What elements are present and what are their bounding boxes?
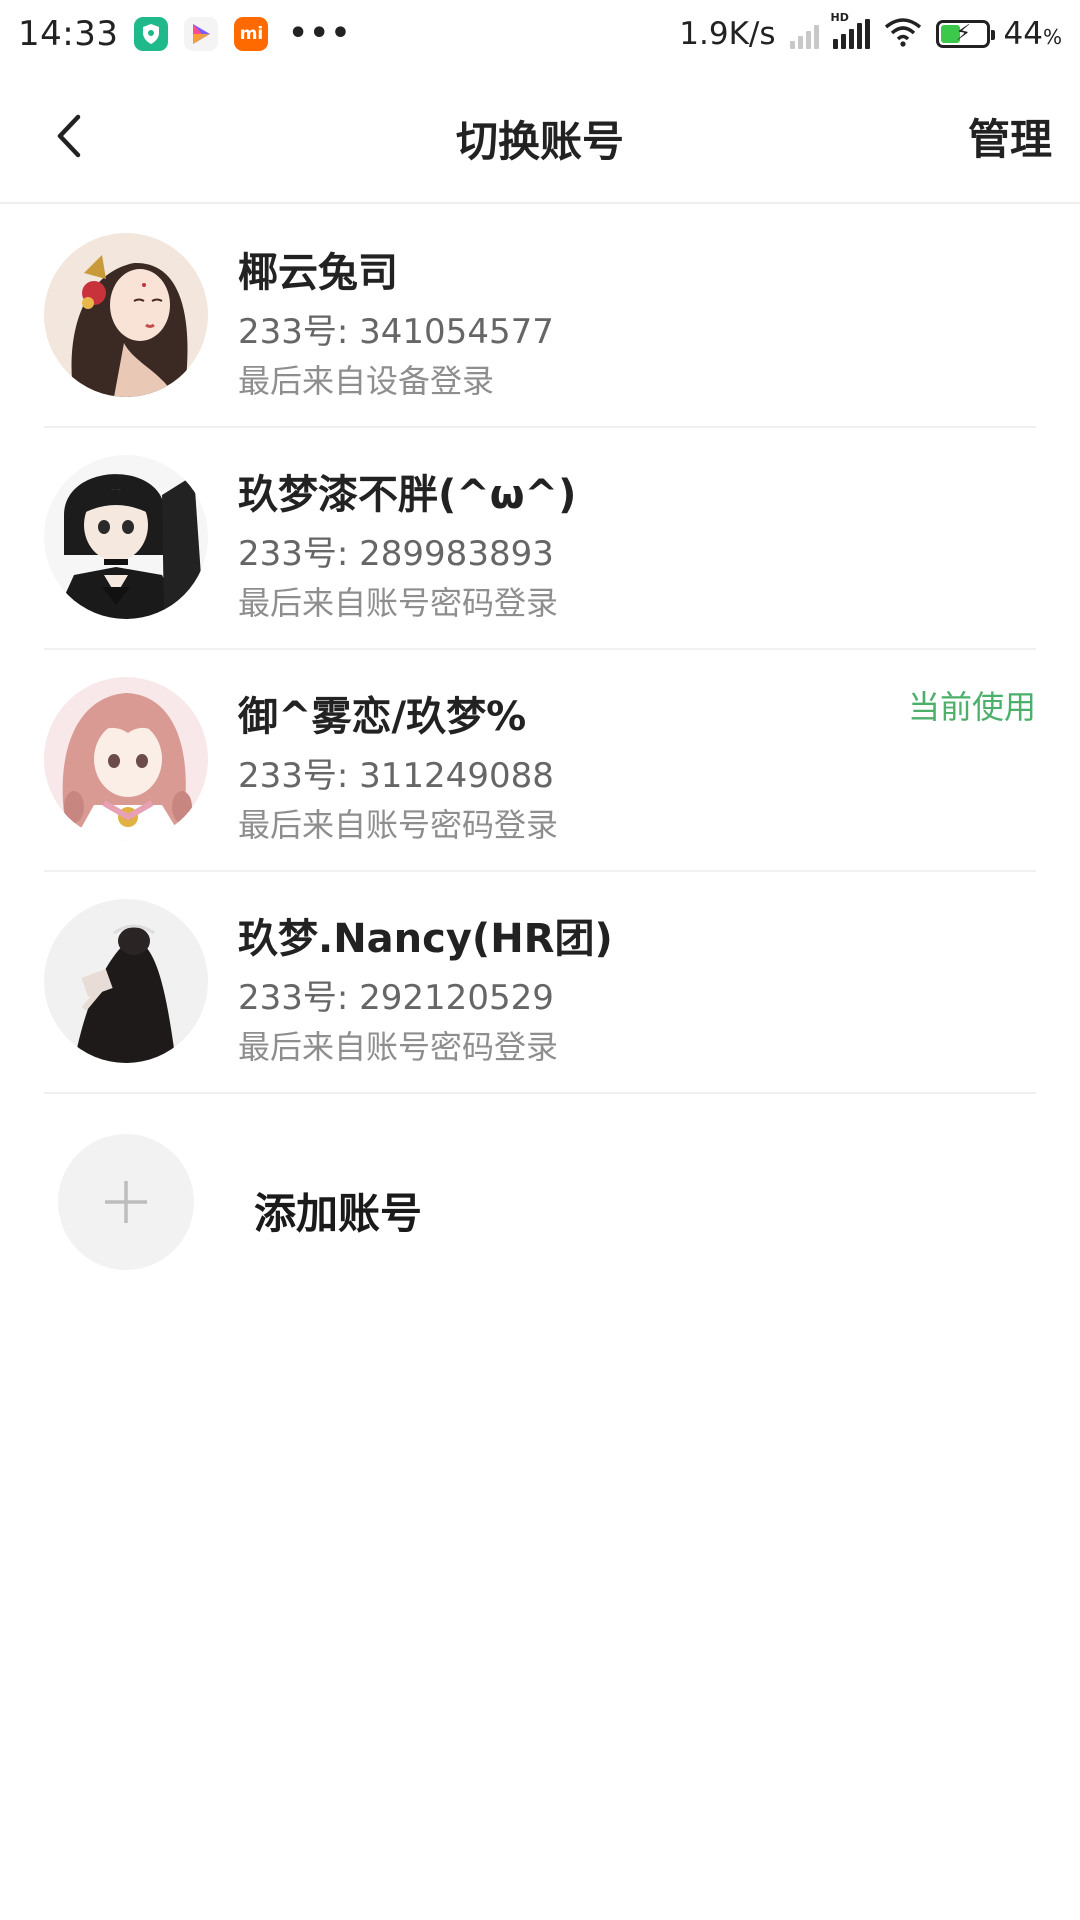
- current-account-badge: 当前使用: [907, 688, 1036, 726]
- account-last-login: 最后来自账号密码登录: [238, 584, 559, 622]
- account-name: 玖梦.Nancy(HR团): [238, 916, 613, 962]
- account-id: 233号: 311249088: [238, 756, 554, 796]
- add-account-label: 添加账号: [254, 1189, 423, 1238]
- account-row[interactable]: 玖梦漆不胖(^ω^) 233号: 289983893 最后来自账号密码登录: [44, 428, 1036, 650]
- play-app-icon: [184, 17, 219, 51]
- page-header: 切换账号 管理: [0, 68, 1080, 204]
- status-bar: 14:33 mi ••• 1.9K/s HD ⚡ 44%: [0, 0, 1080, 68]
- mi-app-icon: mi: [234, 17, 269, 51]
- switch-account-screen: 14:33 mi ••• 1.9K/s HD ⚡ 44% 切换账号 管理 椰云兔…: [0, 0, 1080, 1920]
- account-id: 233号: 292120529: [238, 978, 554, 1018]
- battery-percent: 44%: [1004, 16, 1062, 52]
- account-name: 玖梦漆不胖(^ω^): [238, 472, 577, 518]
- avatar: [44, 455, 208, 619]
- plus-icon: [105, 1181, 147, 1223]
- account-row[interactable]: 御^雾恋/玖梦% 233号: 311249088 最后来自账号密码登录 当前使用: [44, 650, 1036, 872]
- avatar: [44, 899, 208, 1063]
- account-row[interactable]: 玖梦.Nancy(HR团) 233号: 292120529 最后来自账号密码登录: [44, 872, 1036, 1094]
- wifi-icon: [884, 17, 922, 51]
- status-bar-right: 1.9K/s HD ⚡ 44%: [679, 11, 1062, 52]
- account-last-login: 最后来自账号密码登录: [238, 1028, 559, 1066]
- avatar: [44, 677, 208, 841]
- account-last-login: 最后来自账号密码登录: [238, 806, 559, 844]
- hd-signal-icon: HD: [831, 11, 870, 49]
- account-name: 椰云兔司: [238, 250, 398, 296]
- page-title: 切换账号: [455, 117, 624, 166]
- avatar: [44, 233, 208, 397]
- network-speed: 1.9K/s: [679, 16, 776, 52]
- add-account-circle: [58, 1134, 194, 1270]
- shield-app-icon: [134, 17, 169, 51]
- account-row[interactable]: 椰云兔司 233号: 341054577 最后来自设备登录: [44, 206, 1036, 428]
- manage-button[interactable]: 管理: [968, 106, 1052, 167]
- more-dots-icon: •••: [288, 16, 353, 51]
- account-list: 椰云兔司 233号: 341054577 最后来自设备登录 玖梦漆不胖(^ω^)…: [0, 206, 1080, 1094]
- status-time: 14:33: [18, 14, 119, 54]
- battery-icon: ⚡: [935, 20, 995, 48]
- signal-icon: [789, 19, 819, 49]
- status-bar-left: 14:33 mi •••: [18, 14, 352, 54]
- battery-percent-value: 44: [1003, 16, 1043, 52]
- account-id: 233号: 341054577: [238, 312, 554, 352]
- account-last-login: 最后来自设备登录: [238, 362, 495, 400]
- charging-bolt-icon: ⚡: [955, 21, 971, 46]
- add-account-button[interactable]: 添加账号: [58, 1134, 1018, 1274]
- battery-percent-unit: %: [1042, 25, 1062, 49]
- account-id: 233号: 289983893: [238, 534, 554, 574]
- account-name: 御^雾恋/玖梦%: [238, 694, 527, 740]
